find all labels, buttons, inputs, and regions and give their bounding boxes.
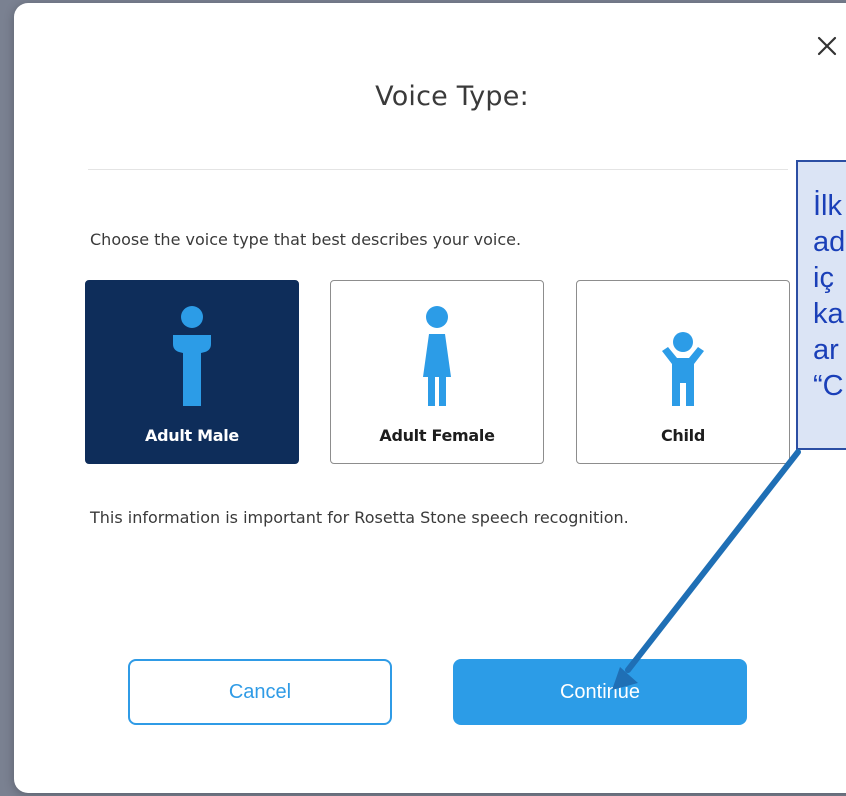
continue-button[interactable]: Continue xyxy=(453,659,747,725)
close-icon xyxy=(817,36,837,56)
child-icon xyxy=(662,332,704,406)
voice-option-label: Adult Female xyxy=(379,426,495,445)
voice-option-label: Child xyxy=(660,426,706,445)
info-text: This information is important for Rosett… xyxy=(90,508,629,527)
close-button[interactable] xyxy=(810,29,844,63)
cancel-button[interactable]: Cancel xyxy=(128,659,392,725)
dialog-title: Voice Type: xyxy=(375,81,529,112)
title-divider xyxy=(88,169,788,170)
voice-option-child[interactable]: Child xyxy=(576,280,790,464)
callout-text: İlk ad iç ka ar “C xyxy=(813,190,846,402)
screen: Voice Type: Choose the voice type that b… xyxy=(0,0,846,796)
voice-option-adult-female[interactable]: Adult Female xyxy=(330,280,544,464)
voice-option-adult-male[interactable]: Adult Male xyxy=(85,280,299,464)
annotation-callout: İlk ad iç ka ar “C xyxy=(796,160,846,450)
adult-female-icon xyxy=(423,306,451,406)
instructions-text: Choose the voice type that best describe… xyxy=(90,230,522,249)
voice-option-label: Adult Male xyxy=(145,426,239,445)
adult-male-icon xyxy=(173,306,211,406)
